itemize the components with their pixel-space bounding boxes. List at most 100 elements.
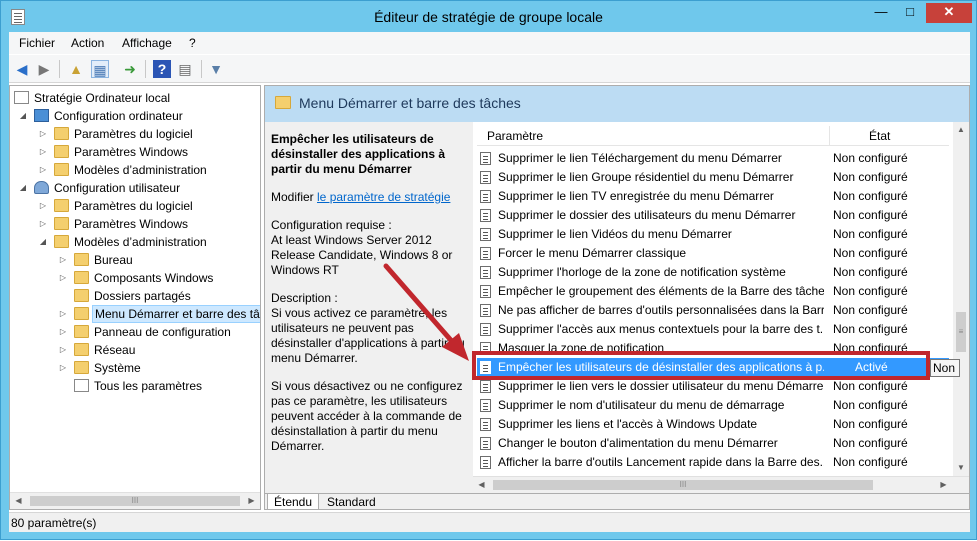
folder-icon bbox=[54, 217, 69, 230]
annotation-highlight-box bbox=[472, 351, 930, 380]
close-button[interactable]: ✕ bbox=[926, 3, 972, 23]
all-settings-icon bbox=[74, 379, 89, 392]
scroll-right-icon[interactable]: ▶ bbox=[935, 477, 952, 493]
setting-state: Non configuré bbox=[833, 436, 908, 450]
table-row[interactable]: Supprimer le dossier des utilisateurs du… bbox=[477, 206, 949, 225]
list-horizontal-scrollbar[interactable]: ◀ III ▶ bbox=[473, 476, 969, 493]
collapse-arrow-icon[interactable]: ◢ bbox=[18, 107, 28, 125]
scroll-thumb[interactable]: III bbox=[493, 480, 873, 490]
scroll-down-icon[interactable]: ▼ bbox=[953, 460, 969, 476]
policy-setting-icon bbox=[480, 285, 491, 298]
table-row[interactable]: Supprimer le lien Vidéos du menu Démarre… bbox=[477, 225, 949, 244]
column-header-etat[interactable]: État bbox=[869, 129, 890, 143]
table-row[interactable]: Supprimer le lien Groupe résidentiel du … bbox=[477, 168, 949, 187]
filter-icon[interactable]: ▼ bbox=[207, 60, 225, 78]
expand-arrow-icon[interactable]: ▷ bbox=[58, 305, 68, 323]
table-row[interactable]: Supprimer le lien Téléchargement du menu… bbox=[477, 149, 949, 168]
folder-icon bbox=[275, 96, 291, 109]
expand-arrow-icon[interactable]: ▷ bbox=[58, 341, 68, 359]
expand-arrow-icon[interactable]: ▷ bbox=[58, 251, 68, 269]
up-folder-icon[interactable]: ▲ bbox=[67, 60, 85, 78]
scroll-left-icon[interactable]: ◀ bbox=[10, 493, 27, 509]
menu-fichier[interactable]: Fichier bbox=[19, 36, 55, 50]
tab-etendu[interactable]: Étendu bbox=[267, 494, 320, 509]
tree-item-label: Paramètres Windows bbox=[74, 145, 189, 159]
toolbar-separator bbox=[59, 60, 60, 78]
table-row[interactable]: Supprimer l'accès aux menus contextuels … bbox=[477, 320, 949, 339]
expand-arrow-icon[interactable]: ▷ bbox=[58, 359, 68, 377]
edit-prefix: Modifier bbox=[271, 190, 318, 204]
column-divider[interactable] bbox=[829, 126, 830, 146]
expand-arrow-icon[interactable]: ▷ bbox=[38, 125, 48, 143]
policy-setting-icon bbox=[480, 418, 491, 431]
edit-policy-link[interactable]: le paramètre de stratégie bbox=[317, 190, 450, 204]
folder-icon bbox=[54, 127, 69, 140]
setting-state: Non configuré bbox=[833, 455, 908, 469]
tree-item-label: Bureau bbox=[94, 253, 133, 267]
setting-title: Empêcher les utilisateurs de désinstalle… bbox=[271, 132, 446, 176]
collapse-arrow-icon[interactable]: ◢ bbox=[38, 233, 48, 251]
policy-setting-icon bbox=[480, 323, 491, 336]
table-row[interactable]: Changer le bouton d'alimentation du menu… bbox=[477, 434, 949, 453]
policy-setting-icon bbox=[480, 266, 491, 279]
expand-arrow-icon[interactable]: ▷ bbox=[38, 215, 48, 233]
export-list-icon[interactable]: ➜ bbox=[121, 60, 139, 78]
table-row[interactable]: Supprimer le lien TV enregistrée du menu… bbox=[477, 187, 949, 206]
title-bar[interactable]: Éditeur de stratégie de groupe locale — … bbox=[1, 1, 976, 33]
details-header: Menu Démarrer et barre des tâches bbox=[265, 86, 969, 122]
menu-affichage[interactable]: Affichage bbox=[122, 36, 172, 50]
tab-standard[interactable]: Standard bbox=[321, 494, 382, 509]
tree-horizontal-scrollbar[interactable]: ◀ III ▶ bbox=[10, 492, 260, 509]
column-header-parametre[interactable]: Paramètre bbox=[487, 129, 543, 143]
list-vertical-scrollbar[interactable]: ▲ ≡ ▼ bbox=[953, 122, 969, 476]
window-title: Éditeur de stratégie de groupe locale bbox=[374, 9, 603, 25]
properties-icon[interactable]: ▤ bbox=[176, 60, 194, 78]
minimize-button[interactable]: — bbox=[868, 3, 894, 23]
table-row[interactable]: Empêcher le groupement des éléments de l… bbox=[477, 282, 949, 301]
client-area: Fichier Action Affichage ? ◀ ▶ ▲ ▦ ➜ ? ▤… bbox=[9, 32, 970, 532]
setting-name: Supprimer le dossier des utilisateurs du… bbox=[498, 208, 796, 222]
setting-state: Non configuré bbox=[833, 170, 908, 184]
scroll-thumb[interactable]: III bbox=[30, 496, 240, 506]
tree-item-label: Menu Démarrer et barre des tâches bbox=[92, 305, 260, 323]
edit-line: Modifier le paramètre de stratégie bbox=[271, 190, 467, 205]
policy-setting-icon bbox=[480, 171, 491, 184]
expand-arrow-icon[interactable]: ▷ bbox=[58, 269, 68, 287]
scroll-thumb[interactable]: ≡ bbox=[956, 312, 966, 352]
setting-name: Supprimer les liens et l'accès à Windows… bbox=[498, 417, 758, 431]
menu-action[interactable]: Action bbox=[71, 36, 104, 50]
tree-item-label: Dossiers partagés bbox=[94, 289, 191, 303]
menu-help[interactable]: ? bbox=[189, 36, 196, 50]
folder-icon bbox=[54, 163, 69, 176]
scroll-right-icon[interactable]: ▶ bbox=[243, 493, 260, 509]
table-row[interactable]: Ne pas afficher de barres d'outils perso… bbox=[477, 301, 949, 320]
forward-arrow-icon[interactable]: ▶ bbox=[35, 60, 53, 78]
setting-state: Non configuré bbox=[833, 398, 908, 412]
setting-name: Changer le bouton d'alimentation du menu… bbox=[498, 436, 778, 450]
table-row[interactable]: Afficher la barre d'outils Lancement rap… bbox=[477, 453, 949, 472]
expand-arrow-icon[interactable]: ▷ bbox=[38, 197, 48, 215]
table-row[interactable]: Supprimer les liens et l'accès à Windows… bbox=[477, 415, 949, 434]
policy-setting-icon bbox=[480, 152, 491, 165]
policy-setting-icon bbox=[480, 399, 491, 412]
setting-state: Non configuré bbox=[833, 417, 908, 431]
table-row[interactable]: Supprimer le nom d'utilisateur du menu d… bbox=[477, 396, 949, 415]
setting-state: Non configuré bbox=[833, 246, 908, 260]
status-bar: 80 paramètre(s) bbox=[9, 512, 970, 532]
expand-arrow-icon[interactable]: ▷ bbox=[58, 323, 68, 341]
collapse-arrow-icon[interactable]: ◢ bbox=[18, 179, 28, 197]
console-tree: Stratégie Ordinateur local ◢ Configurati… bbox=[9, 85, 261, 510]
setting-name: Supprimer le lien Groupe résidentiel du … bbox=[498, 170, 794, 184]
show-hide-tree-icon[interactable]: ▦ bbox=[91, 60, 109, 78]
table-row[interactable]: Forcer le menu Démarrer classique Non con… bbox=[477, 244, 949, 263]
expand-arrow-icon[interactable]: ▷ bbox=[38, 161, 48, 179]
table-row[interactable]: Supprimer l'horloge de la zone de notifi… bbox=[477, 263, 949, 282]
help-icon[interactable]: ? bbox=[153, 60, 171, 78]
scroll-up-icon[interactable]: ▲ bbox=[953, 122, 969, 138]
folder-icon bbox=[54, 145, 69, 158]
maximize-button[interactable]: □ bbox=[897, 3, 923, 23]
scroll-left-icon[interactable]: ◀ bbox=[473, 477, 490, 493]
description-panel: Empêcher les utilisateurs de désinstalle… bbox=[265, 122, 473, 493]
back-arrow-icon[interactable]: ◀ bbox=[13, 60, 31, 78]
expand-arrow-icon[interactable]: ▷ bbox=[38, 143, 48, 161]
